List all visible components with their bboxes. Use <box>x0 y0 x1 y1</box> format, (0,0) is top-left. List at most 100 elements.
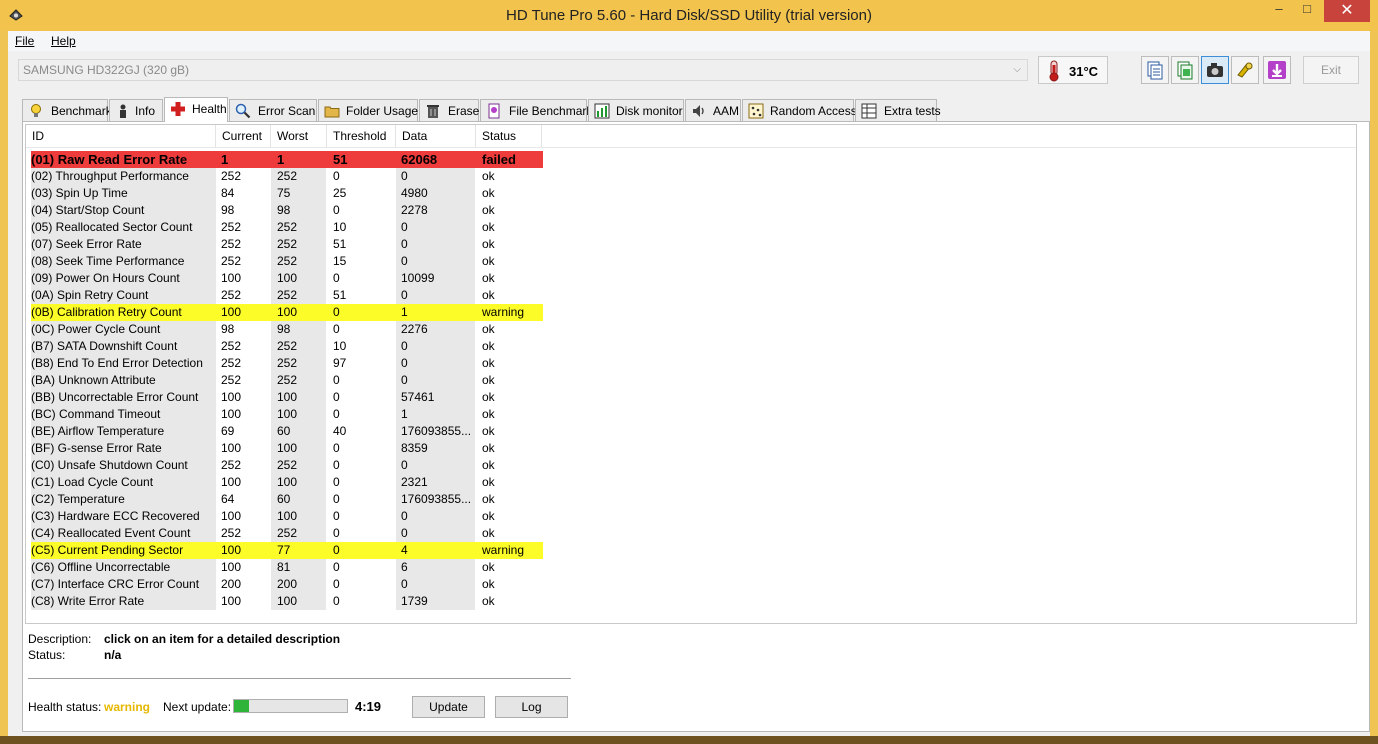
cell-data: 6 <box>401 560 408 574</box>
smart-attributes-table[interactable]: ID Current Worst Threshold Data Status (… <box>25 124 1357 624</box>
exit-button[interactable]: Exit <box>1303 56 1359 84</box>
update-button[interactable]: Update <box>412 696 485 718</box>
cell-threshold: 0 <box>333 577 340 591</box>
table-row[interactable]: (03) Spin Up Time 84 75 25 4980 ok <box>31 185 543 202</box>
cell-threshold: 51 <box>333 152 348 167</box>
cell-threshold: 0 <box>333 543 340 557</box>
tab-extra-tests[interactable]: Extra tests <box>855 99 941 121</box>
options-button[interactable] <box>1231 56 1259 84</box>
cell-worst: 100 <box>277 509 298 523</box>
tab-random-access[interactable]: Random Access <box>742 99 857 121</box>
cell-threshold: 0 <box>333 373 340 387</box>
log-button[interactable]: Log <box>495 696 568 718</box>
cell-status: ok <box>482 339 495 353</box>
table-row[interactable]: (C3) Hardware ECC Recovered 100 100 0 0 ok <box>31 508 543 525</box>
tab-folder-usage[interactable]: Folder Usage <box>318 99 418 121</box>
cell-worst: 100 <box>277 441 298 455</box>
cell-worst: 252 <box>277 526 298 540</box>
table-row[interactable]: (0C) Power Cycle Count 98 98 0 2276 ok <box>31 321 543 338</box>
cell-threshold: 0 <box>333 475 340 489</box>
tab-file-benchmark[interactable]: File Benchmark <box>480 99 592 121</box>
close-button[interactable]: ✕ <box>1324 0 1370 22</box>
cell-threshold: 10 <box>333 339 347 353</box>
menu-help[interactable]: Help <box>51 34 76 48</box>
cell-current: 64 <box>221 492 235 506</box>
screenshot-button[interactable] <box>1201 56 1229 84</box>
cell-worst: 252 <box>277 254 298 268</box>
table-row[interactable]: (01) Raw Read Error Rate 1 1 51 62068 failed <box>31 151 543 168</box>
tab-health[interactable]: Health <box>164 97 228 122</box>
table-row[interactable]: (BA) Unknown Attribute 252 252 0 0 ok <box>31 372 543 389</box>
tab-benchmark[interactable]: Benchmark <box>22 99 112 121</box>
cell-status: ok <box>482 220 495 234</box>
save-button[interactable] <box>1263 56 1291 84</box>
table-row[interactable]: (C2) Temperature 64 60 0 176093855... ok <box>31 491 543 508</box>
menu-file[interactable]: File <box>15 34 34 48</box>
column-header-status[interactable]: Status <box>476 125 542 147</box>
cell-data: 0 <box>401 288 408 302</box>
tab-label: Info <box>135 104 156 118</box>
table-row[interactable]: (C6) Offline Uncorrectable 100 81 0 6 ok <box>31 559 543 576</box>
column-header-data[interactable]: Data <box>396 125 476 147</box>
cell-status: ok <box>482 441 495 455</box>
cell-status: ok <box>482 322 495 336</box>
table-row[interactable]: (0A) Spin Retry Count 252 252 51 0 ok <box>31 287 543 304</box>
minimize-button[interactable]: – <box>1264 0 1294 22</box>
column-header-threshold[interactable]: Threshold <box>327 125 396 147</box>
cell-worst: 100 <box>277 475 298 489</box>
column-header-worst[interactable]: Worst <box>271 125 327 147</box>
copy-text-button[interactable] <box>1141 56 1169 84</box>
table-row[interactable]: (02) Throughput Performance 252 252 0 0 ok <box>31 168 543 185</box>
cell-id: (C6) Offline Uncorrectable <box>31 560 171 574</box>
column-header-current[interactable]: Current <box>216 125 271 147</box>
table-row[interactable]: (04) Start/Stop Count 98 98 0 2278 ok <box>31 202 543 219</box>
tab-label: Health <box>192 102 227 116</box>
table-row[interactable]: (C5) Current Pending Sector 100 77 0 4 warnin… <box>31 542 543 559</box>
cell-data: 0 <box>401 509 408 523</box>
tab-error-scan[interactable]: Error Scan <box>229 99 317 121</box>
cell-current: 69 <box>221 424 235 438</box>
table-row[interactable]: (C0) Unsafe Shutdown Count 252 252 0 0 ok <box>31 457 543 474</box>
table-row[interactable]: (C7) Interface CRC Error Count 200 200 0 0 ok <box>31 576 543 593</box>
tab-label: Disk monitor <box>616 104 683 118</box>
title-bar[interactable]: HD Tune Pro 5.60 - Hard Disk/SSD Utility… <box>0 0 1378 31</box>
table-row[interactable]: (C8) Write Error Rate 100 100 0 1739 ok <box>31 593 543 610</box>
table-row[interactable]: (BC) Command Timeout 100 100 0 1 ok <box>31 406 543 423</box>
cell-worst: 252 <box>277 220 298 234</box>
table-row[interactable]: (08) Seek Time Performance 252 252 15 0 ok <box>31 253 543 270</box>
table-row[interactable]: (C4) Reallocated Event Count 252 252 0 0 ok <box>31 525 543 542</box>
cell-data: 62068 <box>401 152 438 167</box>
info-person-icon <box>120 104 126 118</box>
table-row[interactable]: (09) Power On Hours Count 100 100 0 10099 ok <box>31 270 543 287</box>
column-header-id[interactable]: ID <box>26 125 216 147</box>
cell-id: (C1) Load Cycle Count <box>31 475 154 489</box>
tab-erase[interactable]: Erase <box>419 99 479 121</box>
tab-info[interactable]: Info <box>109 99 163 121</box>
table-row[interactable]: (BB) Uncorrectable Error Count 100 100 0 574… <box>31 389 543 406</box>
tab-aam[interactable]: AAM <box>685 99 741 121</box>
cell-threshold: 0 <box>333 203 340 217</box>
cell-current: 100 <box>221 509 242 523</box>
drive-select[interactable]: SAMSUNG HD322GJ (320 gB) ⌵ <box>18 59 1028 81</box>
table-row[interactable]: (0B) Calibration Retry Count 100 100 0 1 warn… <box>31 304 543 321</box>
chevron-down-icon[interactable]: ⌵ <box>1013 60 1021 80</box>
cell-data: 0 <box>401 458 408 472</box>
table-grid-icon <box>861 103 877 119</box>
maximize-button[interactable]: □ <box>1292 0 1322 22</box>
table-row[interactable]: (B7) SATA Downshift Count 252 252 10 0 ok <box>31 338 543 355</box>
table-row[interactable]: (BE) Airflow Temperature 69 60 40 176093855.… <box>31 423 543 440</box>
cell-status: ok <box>482 458 495 472</box>
tab-disk-monitor[interactable]: Disk monitor <box>588 99 684 121</box>
table-row[interactable]: (07) Seek Error Rate 252 252 51 0 ok <box>31 236 543 253</box>
options-icon <box>1237 62 1253 78</box>
table-row[interactable]: (BF) G-sense Error Rate 100 100 0 8359 ok <box>31 440 543 457</box>
table-row[interactable]: (05) Reallocated Sector Count 252 252 10 0 ok <box>31 219 543 236</box>
table-row[interactable]: (C1) Load Cycle Count 100 100 0 2321 ok <box>31 474 543 491</box>
copy-screenshot-button[interactable] <box>1171 56 1199 84</box>
cell-threshold: 0 <box>333 526 340 540</box>
cell-threshold: 0 <box>333 407 340 421</box>
tab-label: Extra tests <box>884 104 941 118</box>
cell-data: 0 <box>401 373 408 387</box>
table-row[interactable]: (B8) End To End Error Detection 252 252 97 0… <box>31 355 543 372</box>
health-cross-icon <box>171 102 185 116</box>
